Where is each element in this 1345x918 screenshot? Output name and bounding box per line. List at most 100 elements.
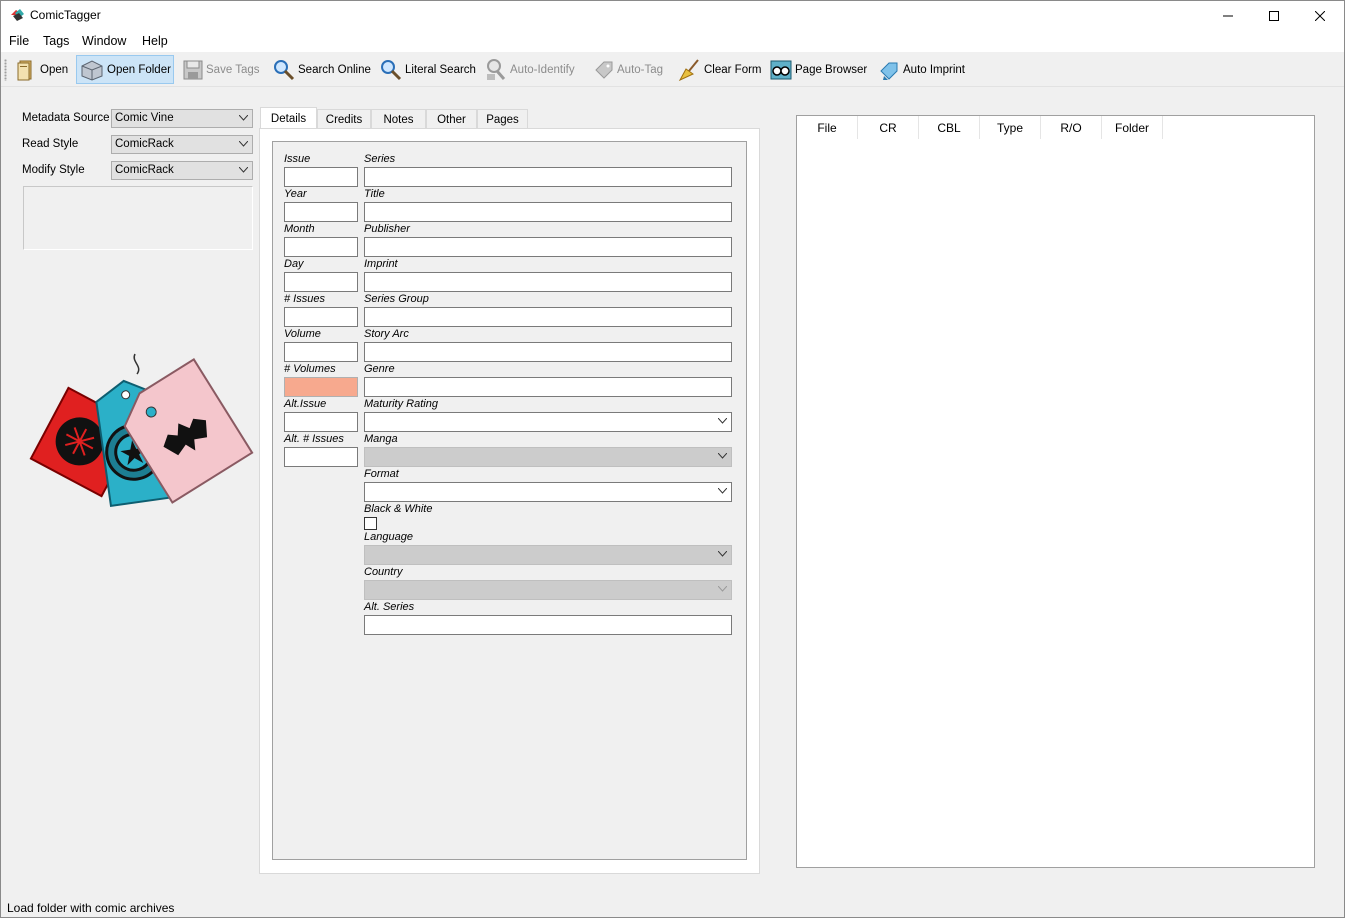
menu-help[interactable]: Help bbox=[142, 34, 168, 48]
issue-label: Issue bbox=[284, 153, 311, 165]
title-label: Title bbox=[364, 188, 385, 200]
read-style-select[interactable]: ComicRack bbox=[111, 135, 253, 154]
black-white-checkbox[interactable] bbox=[364, 517, 377, 530]
series-label: Series bbox=[364, 153, 396, 165]
status-text: Load folder with comic archives bbox=[7, 901, 175, 915]
auto-identify-button[interactable]: Auto-Identify bbox=[482, 55, 577, 84]
day-field[interactable] bbox=[284, 272, 358, 292]
imprint-field[interactable] bbox=[364, 272, 732, 292]
file-list-table[interactable] bbox=[796, 115, 1315, 868]
format-select[interactable] bbox=[364, 482, 732, 502]
num-issues-field[interactable] bbox=[284, 307, 358, 327]
modify-style-label: Modify Style bbox=[22, 164, 85, 176]
country-label: Country bbox=[364, 566, 403, 578]
literal-search-icon bbox=[381, 59, 402, 80]
issue-field[interactable] bbox=[284, 167, 358, 187]
month-label: Month bbox=[284, 223, 315, 235]
manga-select[interactable] bbox=[364, 447, 732, 467]
menu-tags[interactable]: Tags bbox=[43, 34, 69, 48]
series-group-field[interactable] bbox=[364, 307, 732, 327]
column-header-cbl[interactable]: CBL bbox=[919, 116, 980, 139]
auto-identify-icon bbox=[487, 58, 506, 80]
modify-style-select[interactable]: ComicRack bbox=[111, 161, 253, 180]
format-label: Format bbox=[364, 468, 399, 480]
page-browser-button[interactable]: Page Browser bbox=[767, 55, 869, 84]
alt-series-field[interactable] bbox=[364, 615, 732, 635]
tab-notes[interactable]: Notes bbox=[371, 109, 426, 129]
imprint-label: Imprint bbox=[364, 258, 398, 270]
series-field[interactable] bbox=[364, 167, 732, 187]
literal-search-button[interactable]: Literal Search bbox=[377, 55, 478, 84]
column-header-type[interactable]: Type bbox=[980, 116, 1041, 139]
alt-issue-field[interactable] bbox=[284, 412, 358, 432]
minimize-button[interactable] bbox=[1205, 0, 1251, 31]
genre-field[interactable] bbox=[364, 377, 732, 397]
close-button[interactable] bbox=[1297, 0, 1343, 31]
story-arc-field[interactable] bbox=[364, 342, 732, 362]
chevron-down-icon bbox=[239, 167, 248, 173]
clear-form-button[interactable]: Clear Form bbox=[676, 55, 764, 84]
language-select[interactable] bbox=[364, 545, 732, 565]
save-tags-button[interactable]: Save Tags bbox=[180, 55, 262, 84]
tab-other[interactable]: Other bbox=[426, 109, 477, 129]
month-field[interactable] bbox=[284, 237, 358, 257]
open-label: Open bbox=[40, 63, 69, 76]
column-header-file[interactable]: File bbox=[797, 116, 858, 139]
read-style-label: Read Style bbox=[22, 138, 79, 150]
menu-window[interactable]: Window bbox=[82, 34, 126, 48]
series-group-label: Series Group bbox=[364, 293, 429, 305]
auto-tag-button[interactable]: Auto-Tag bbox=[591, 55, 665, 84]
modify-style-value: ComicRack bbox=[115, 164, 174, 176]
search-online-button[interactable]: Search Online bbox=[270, 55, 373, 84]
column-header-cr[interactable]: CR bbox=[858, 116, 919, 139]
publisher-label: Publisher bbox=[364, 223, 410, 235]
open-button[interactable]: Open bbox=[12, 55, 70, 84]
column-header-folder[interactable]: Folder bbox=[1102, 116, 1163, 139]
minimize-icon bbox=[1223, 15, 1233, 16]
chevron-down-icon bbox=[239, 115, 248, 121]
maturity-rating-label: Maturity Rating bbox=[364, 398, 438, 410]
auto-imprint-button[interactable]: Auto Imprint bbox=[877, 55, 967, 84]
title-bar: ComicTagger bbox=[0, 0, 1345, 31]
volume-label: Volume bbox=[284, 328, 321, 340]
page-browser-label: Page Browser bbox=[795, 63, 868, 76]
window-title: ComicTagger bbox=[30, 8, 101, 22]
alt-num-issues-label: Alt. # Issues bbox=[284, 433, 344, 445]
read-style-value: ComicRack bbox=[115, 138, 174, 150]
story-arc-label: Story Arc bbox=[364, 328, 409, 340]
country-select[interactable] bbox=[364, 580, 732, 600]
toolbar: Open Open Folder Save Tags Search Online… bbox=[0, 52, 1345, 87]
auto-identify-label: Auto-Identify bbox=[510, 63, 575, 76]
tab-details[interactable]: Details bbox=[260, 107, 317, 129]
app-logo-icon bbox=[11, 9, 24, 21]
save-tags-label: Save Tags bbox=[206, 63, 260, 76]
menu-bar: File Tags Window Help bbox=[0, 31, 1345, 52]
open-file-icon bbox=[17, 60, 32, 80]
tab-credits[interactable]: Credits bbox=[317, 109, 371, 129]
volume-field[interactable] bbox=[284, 342, 358, 362]
open-folder-button[interactable]: Open Folder bbox=[76, 55, 174, 84]
maturity-rating-select[interactable] bbox=[364, 412, 732, 432]
metadata-source-value: Comic Vine bbox=[115, 112, 174, 124]
close-icon bbox=[1315, 10, 1325, 21]
maximize-icon bbox=[1269, 10, 1279, 21]
alt-issue-label: Alt.Issue bbox=[284, 398, 327, 410]
alt-num-issues-field[interactable] bbox=[284, 447, 358, 467]
auto-imprint-label: Auto Imprint bbox=[903, 63, 965, 76]
search-icon bbox=[274, 59, 295, 80]
year-field[interactable] bbox=[284, 202, 358, 222]
menu-file[interactable]: File bbox=[9, 34, 29, 48]
metadata-source-select[interactable]: Comic Vine bbox=[111, 109, 253, 128]
publisher-field[interactable] bbox=[364, 237, 732, 257]
column-header-ro[interactable]: R/O bbox=[1041, 116, 1102, 139]
title-field[interactable] bbox=[364, 202, 732, 222]
broom-icon bbox=[678, 58, 699, 81]
day-label: Day bbox=[284, 258, 304, 270]
num-volumes-field[interactable] bbox=[284, 377, 358, 397]
status-bar: Load folder with comic archives bbox=[0, 898, 1345, 918]
toolbar-grip[interactable] bbox=[4, 59, 7, 81]
tab-pages[interactable]: Pages bbox=[477, 109, 528, 129]
black-white-label: Black & White bbox=[364, 503, 433, 515]
language-label: Language bbox=[364, 531, 413, 543]
maximize-button[interactable] bbox=[1251, 0, 1297, 31]
